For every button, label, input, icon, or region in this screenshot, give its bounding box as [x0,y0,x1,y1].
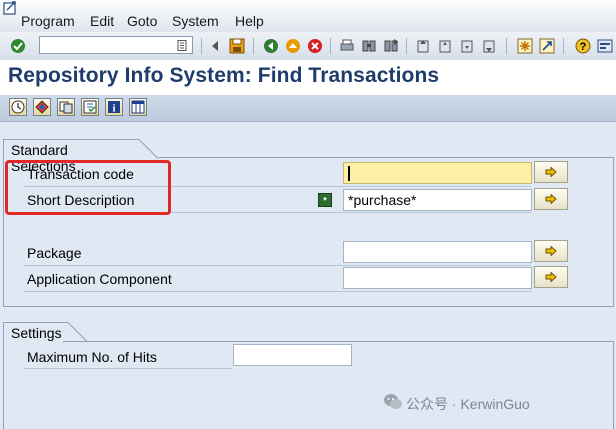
toolbar-separator [330,38,331,54]
find-next-icon[interactable] [382,37,399,54]
toolbar-separator [563,38,564,54]
create-session-icon[interactable] [516,37,533,54]
transaction-code-multiple-selection-button[interactable] [534,161,568,183]
toolbar-separator [201,38,202,54]
short-description-multiple-selection-button[interactable] [534,188,568,210]
menu-goto[interactable]: Goto [127,13,157,29]
package-input[interactable] [343,241,532,263]
first-page-icon[interactable] [414,37,431,54]
back-triangle-icon[interactable] [206,37,223,54]
application-toolbar: i [0,95,616,122]
group-tab-corner [133,139,159,159]
all-selections-button[interactable] [33,98,51,116]
wechat-icon [384,394,402,409]
menu-help[interactable]: Help [235,13,264,29]
toolbar-separator [253,38,254,54]
text-cursor [348,166,350,181]
table-layout-icon [131,100,145,114]
row-underline [24,291,531,292]
execute-clock-icon [11,100,25,114]
row-underline [24,368,232,369]
command-field[interactable] [39,36,193,54]
save-as-variant-icon [83,100,97,114]
selection-options-icon [35,100,49,114]
toolbar-separator [506,38,507,54]
enter-check-icon[interactable] [9,37,26,54]
group-tab-corner [62,322,88,342]
arrow-right-icon [545,272,557,282]
arrow-right-icon [545,167,557,177]
max-hits-input[interactable] [233,344,352,366]
command-history-icon[interactable] [177,40,187,51]
save-icon[interactable] [228,37,245,54]
last-page-icon[interactable] [480,37,497,54]
previous-page-icon[interactable] [436,37,453,54]
short-description-value: *purchase* [348,192,417,208]
svg-text:i: i [112,103,115,115]
arrow-right-icon [545,194,557,204]
back-icon[interactable] [262,37,279,54]
svg-text:*: * [323,196,327,206]
toolbar-separator [406,38,407,54]
program-documentation-button[interactable]: i [105,98,123,116]
max-hits-label: Maximum No. of Hits [27,349,157,365]
layout-button[interactable] [129,98,147,116]
print-icon[interactable] [338,37,355,54]
execute-button[interactable] [9,98,27,116]
application-component-label: Application Component [27,271,172,287]
package-label: Package [27,245,82,261]
arrow-right-icon [545,246,557,256]
variant-icon [59,101,73,114]
help-icon[interactable]: ? [574,37,591,54]
get-variant-button[interactable] [57,98,75,116]
pattern-option-icon[interactable]: * [318,193,332,207]
svg-text:?: ? [579,41,586,53]
settings-title: Settings [11,325,62,341]
page-title: Repository Info System: Find Transaction… [8,64,440,87]
watermark-text: 公众号 · KerwinGuo [406,396,530,412]
highlight-annotation [5,160,171,215]
shortcut-icon[interactable] [538,37,555,54]
short-description-input[interactable]: *purchase* [343,189,532,211]
cancel-icon[interactable] [306,37,323,54]
menu-program[interactable]: Program [21,13,75,29]
info-icon: i [108,101,120,115]
application-component-input[interactable] [343,267,532,289]
next-page-icon[interactable] [458,37,475,54]
find-icon[interactable] [360,37,377,54]
exit-icon[interactable] [284,37,301,54]
transaction-code-input[interactable] [343,162,532,184]
settings-tab: Settings [3,322,63,342]
standard-toolbar: ? [0,32,616,61]
layout-menu-icon[interactable] [596,37,613,54]
save-variant-button[interactable] [81,98,99,116]
row-underline [24,265,531,266]
menu-edit[interactable]: Edit [90,13,114,29]
package-multiple-selection-button[interactable] [534,240,568,262]
application-component-multiple-selection-button[interactable] [534,266,568,288]
menu-system[interactable]: System [172,13,219,29]
window-menu-icon[interactable] [3,1,19,17]
standard-selections-tab: Standard Selections [3,139,134,174]
